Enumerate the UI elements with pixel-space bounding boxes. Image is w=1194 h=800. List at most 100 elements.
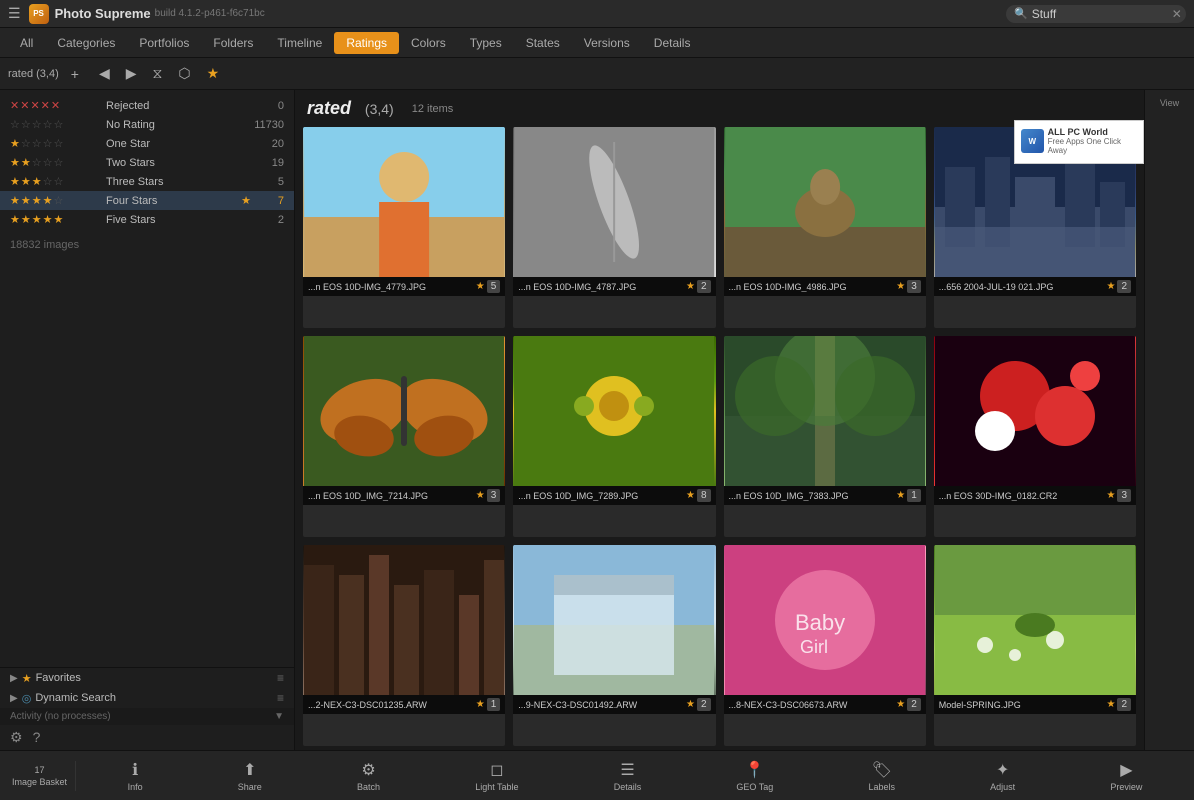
photo-image-9 [303,545,505,695]
tab-versions[interactable]: Versions [572,32,642,54]
tab-ratings[interactable]: Ratings [334,32,399,54]
back-button[interactable]: ◀ [95,63,114,84]
star-5: ✕ [51,99,60,112]
photo-card-2[interactable]: ...n EOS 10D-IMG_4787.JPG ★ 2 [513,127,715,328]
photo-star-icon-3: ★ [896,281,905,292]
search-input[interactable] [1032,7,1172,21]
sidebar-item-five-stars[interactable]: ★ ★ ★ ★ ★ Five Stars 2 [0,210,294,229]
geo-tag-icon: 📍 [745,760,765,780]
menu-icon[interactable]: ☰ [8,5,21,22]
three-stars-stars: ★ ★ ★ ☆ ☆ [10,175,100,188]
four-stars-count: 7 [254,195,284,207]
sidebar-favorites[interactable]: ▶ ★ Favorites ≡ [0,668,294,688]
light-table-tool[interactable]: ◻ Light Table [467,756,526,796]
star-3: ☆ [32,156,42,169]
dynamic-search-menu-icon[interactable]: ≡ [277,691,284,705]
ad-banner[interactable]: W ALL PC World Free Apps One Click Away [1014,120,1144,164]
no-rating-label: No Rating [106,119,254,131]
photo-card-10[interactable]: ...9-NEX-C3-DSC01492.ARW ★ 2 [513,545,715,746]
activity-close-icon[interactable]: ▼ [274,711,284,722]
tab-states[interactable]: States [514,32,572,54]
forward-button[interactable]: ▶ [122,63,141,84]
photo-star-icon-2: ★ [686,281,695,292]
photo-card-7[interactable]: ...n EOS 10D_IMG_7383.JPG ★ 1 [724,336,926,537]
adjust-tool[interactable]: ✦ Adjust [982,756,1023,796]
add-filter-button[interactable]: + [67,64,83,84]
tab-categories[interactable]: Categories [45,32,127,54]
favorites-arrow-icon: ▶ [10,673,18,684]
photo-name-11: ...8-NEX-C3-DSC06673.ARW [729,700,895,710]
search-clear-icon[interactable]: ✕ [1172,7,1182,21]
share-tool[interactable]: ⬆ Share [230,756,270,796]
photo-footer-10: ...9-NEX-C3-DSC01492.ARW ★ 2 [513,695,715,714]
sidebar-item-two-stars[interactable]: ★ ★ ☆ ☆ ☆ Two Stars 19 [0,153,294,172]
details-label: Details [614,782,642,792]
sidebar-item-no-rating[interactable]: ☆ ☆ ☆ ☆ ☆ No Rating 11730 [0,115,294,134]
preview-label: Preview [1110,782,1142,792]
help-icon[interactable]: ? [33,729,41,746]
photo-card-12[interactable]: Model-SPRING.JPG ★ 2 [934,545,1136,746]
four-stars-stars: ★ ★ ★ ★ ☆ [10,194,100,207]
photo-card-6[interactable]: ...n EOS 10D_IMG_7289.JPG ★ 8 [513,336,715,537]
star-2: ★ [21,156,31,169]
photo-card-11[interactable]: Baby Girl ...8-NEX-C3-DSC06673.ARW ★ 2 [724,545,926,746]
photo-card-8[interactable]: ...n EOS 30D-IMG_0182.CR2 ★ 3 [934,336,1136,537]
search-box: 🔍 ✕ [1006,5,1186,23]
tab-folders[interactable]: Folders [201,32,265,54]
photo-footer-5: ...n EOS 10D_IMG_7214.JPG ★ 3 [303,486,505,505]
photo-rating-2: 2 [697,280,711,293]
tab-timeline[interactable]: Timeline [265,32,334,54]
star-3: ★ [32,213,42,226]
details-icon: ☰ [620,760,634,780]
photo-image-1 [303,127,505,277]
two-stars-label: Two Stars [106,157,254,169]
star-4: ☆ [43,175,53,188]
tab-colors[interactable]: Colors [399,32,458,54]
geo-tag-label: GEO Tag [736,782,773,792]
sub-toolbar: rated (3,4) + ◀ ▶ ⧖ ⬡ ★ [0,58,1194,90]
geo-tag-tool[interactable]: 📍 GEO Tag [728,756,781,796]
labels-label: Labels [868,782,895,792]
photo-star-icon-10: ★ [686,699,695,710]
photo-rating-12: 2 [1117,698,1131,711]
photo-card-5[interactable]: ...n EOS 10D_IMG_7214.JPG ★ 3 [303,336,505,537]
star-1: ★ [10,175,20,188]
photo-rating-4: 2 [1117,280,1131,293]
photo-name-9: ...2-NEX-C3-DSC01235.ARW [308,700,474,710]
photo-card-1[interactable]: ...n EOS 10D-IMG_4779.JPG ★ 5 [303,127,505,328]
settings-icon[interactable]: ⚙ [10,729,23,746]
labels-icon: 🏷 [872,760,892,780]
share-icon: ⬆ [243,760,256,780]
tab-details[interactable]: Details [642,32,703,54]
favorites-star-icon: ★ [22,672,32,685]
sidebar-item-rejected[interactable]: ✕ ✕ ✕ ✕ ✕ Rejected 0 [0,96,294,115]
favorites-menu-icon[interactable]: ≡ [277,671,284,685]
bottom-bar: 17 Image Basket ℹ Info ⬆ Share ⚙ Batch ◻… [0,750,1194,800]
tab-all[interactable]: All [8,32,45,54]
filter-button[interactable]: ⧖ [149,63,167,84]
sidebar-item-four-stars[interactable]: ★ ★ ★ ★ ☆ Four Stars ★ 7 [0,191,294,210]
star-1: ★ [10,194,20,207]
sidebar-dynamic-search[interactable]: ▶ ◎ Dynamic Search ≡ [0,688,294,708]
photo-footer-1: ...n EOS 10D-IMG_4779.JPG ★ 5 [303,277,505,296]
photo-rating-9: 1 [487,698,501,711]
batch-tool[interactable]: ⚙ Batch [349,756,388,796]
sidebar-item-three-stars[interactable]: ★ ★ ★ ☆ ☆ Three Stars 5 [0,172,294,191]
star-1: ★ [10,156,20,169]
star-filter-button[interactable]: ★ [203,63,224,84]
star-5: ☆ [54,156,64,169]
dynamic-search-icon: ◎ [22,692,32,705]
labels-tool[interactable]: 🏷 Labels [860,756,903,796]
tab-types[interactable]: Types [458,32,514,54]
star-3: ★ [32,194,42,207]
basket-button[interactable]: 17 Image Basket [4,761,76,791]
info-tool[interactable]: ℹ Info [120,756,151,796]
tab-portfolios[interactable]: Portfolios [127,32,201,54]
details-tool[interactable]: ☰ Details [606,756,650,796]
sidebar-item-one-star[interactable]: ★ ☆ ☆ ☆ ☆ One Star 20 [0,134,294,153]
photo-footer-12: Model-SPRING.JPG ★ 2 [934,695,1136,714]
photo-card-3[interactable]: ...n EOS 10D-IMG_4986.JPG ★ 3 [724,127,926,328]
photo-card-9[interactable]: ...2-NEX-C3-DSC01235.ARW ★ 1 [303,545,505,746]
preview-tool[interactable]: ▶ Preview [1102,756,1150,796]
layers-button[interactable]: ⬡ [174,63,194,84]
